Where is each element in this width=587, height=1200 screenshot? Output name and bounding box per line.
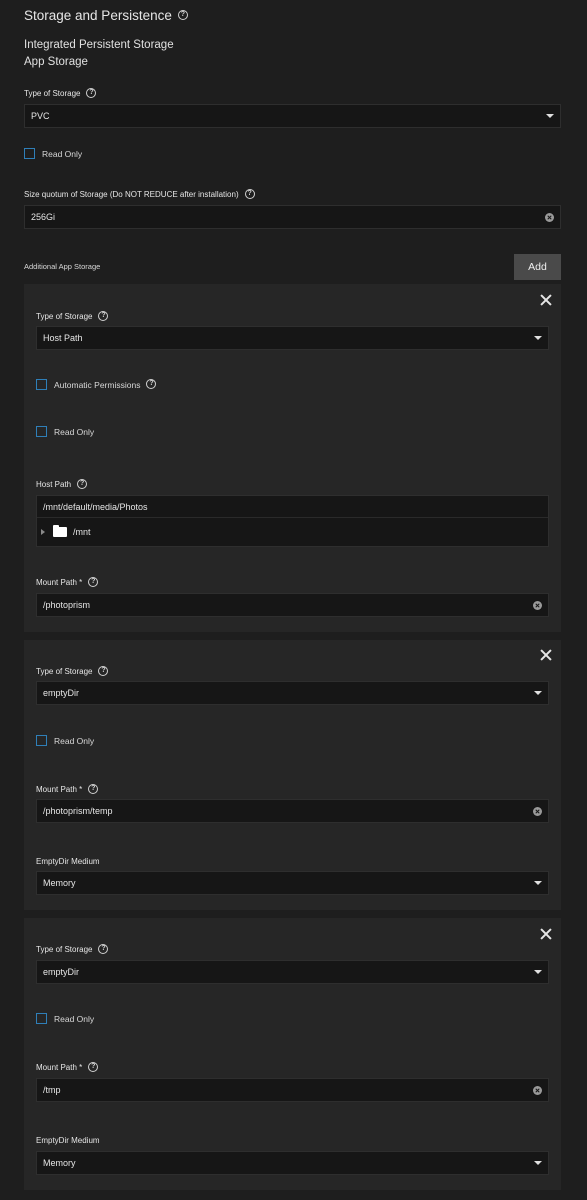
tree-node-label: /mnt xyxy=(73,527,91,537)
host-path-label: Host Path? xyxy=(36,479,88,490)
mount-path-input[interactable]: /tmp xyxy=(36,1078,549,1102)
read-only-label: Read Only xyxy=(54,426,95,437)
size-quotum-input[interactable]: 256Gi xyxy=(24,205,561,229)
help-circle-icon[interactable]: ? xyxy=(98,311,109,321)
help-circle-icon[interactable]: ? xyxy=(88,577,99,587)
help-circle-icon[interactable]: ? xyxy=(244,189,255,199)
mount-path-input[interactable]: /photoprism/temp xyxy=(36,799,549,823)
size-quotum-label: Size quotum of Storage (Do NOT REDUCE af… xyxy=(24,189,255,200)
app-storage-title: App Storage xyxy=(24,56,88,68)
clear-icon[interactable] xyxy=(533,806,542,816)
help-circle-icon[interactable]: ? xyxy=(88,1062,99,1072)
emptydir-medium-label: EmptyDir Medium xyxy=(36,1136,100,1145)
add-button[interactable]: Add xyxy=(514,254,561,280)
mount-path-value: /photoprism xyxy=(43,600,91,610)
read-only-checkbox-row[interactable]: Read Only xyxy=(24,148,82,159)
mount-path-value: /tmp xyxy=(43,1085,61,1095)
automatic-permissions-label: Automatic Permissions xyxy=(54,379,141,390)
caret-down-icon xyxy=(534,881,542,885)
help-circle-icon[interactable]: ? xyxy=(177,10,188,21)
read-only-checkbox[interactable] xyxy=(36,426,47,437)
type-of-storage-label: Type of Storage? xyxy=(24,88,97,99)
size-quotum-value: 256Gi xyxy=(31,212,56,222)
automatic-permissions-checkbox[interactable] xyxy=(36,379,47,390)
caret-down-icon xyxy=(534,1161,542,1165)
type-of-storage-label-text: Type of Storage xyxy=(36,312,93,322)
caret-down-icon xyxy=(534,336,542,340)
read-only-checkbox[interactable] xyxy=(36,1013,47,1024)
mount-path-label: Mount Path *? xyxy=(36,784,99,795)
type-of-storage-value: emptyDir xyxy=(43,688,80,698)
mount-path-input[interactable]: /photoprism xyxy=(36,593,549,617)
tree-node-mnt[interactable]: /mnt xyxy=(37,518,548,546)
read-only-checkbox-row[interactable]: Read Only xyxy=(36,426,94,437)
caret-down-icon xyxy=(534,691,542,695)
type-of-storage-label-text: Type of Storage xyxy=(36,667,93,677)
type-of-storage-label: Type of Storage? xyxy=(36,311,109,322)
type-of-storage-label: Type of Storage? xyxy=(36,666,109,677)
help-circle-icon[interactable]: ? xyxy=(146,378,157,389)
storage-card-2: Type of Storage? emptyDir Read Only Moun… xyxy=(24,640,561,910)
host-path-label-text: Host Path xyxy=(36,480,72,490)
read-only-checkbox[interactable] xyxy=(24,148,35,159)
emptydir-medium-value: Memory xyxy=(43,1158,76,1168)
caret-down-icon xyxy=(546,114,554,118)
emptydir-medium-select[interactable]: Memory xyxy=(36,871,549,895)
read-only-checkbox-row[interactable]: Read Only xyxy=(36,1013,94,1024)
automatic-permissions-row[interactable]: Automatic Permissions? xyxy=(36,378,157,390)
folder-icon xyxy=(53,525,67,537)
section-title: Storage and Persistence? xyxy=(24,8,188,23)
type-of-storage-select[interactable]: emptyDir xyxy=(36,681,549,705)
type-of-storage-select[interactable]: Host Path xyxy=(36,326,549,350)
mount-path-label: Mount Path *? xyxy=(36,577,99,588)
type-of-storage-value: emptyDir xyxy=(43,967,80,977)
help-circle-icon[interactable]: ? xyxy=(98,666,109,676)
help-circle-icon[interactable]: ? xyxy=(98,944,109,954)
additional-app-storage-label: Additional App Storage xyxy=(24,262,101,271)
close-icon[interactable] xyxy=(540,294,552,306)
mount-path-label-text: Mount Path * xyxy=(36,578,83,588)
mount-path-value: /photoprism/temp xyxy=(43,806,113,816)
type-of-storage-label-text: Type of Storage xyxy=(36,945,93,955)
emptydir-medium-value: Memory xyxy=(43,878,76,888)
read-only-label: Read Only xyxy=(54,735,95,746)
section-title-text: Storage and Persistence xyxy=(24,8,172,23)
type-of-storage-select[interactable]: PVC xyxy=(24,104,561,128)
help-circle-icon[interactable]: ? xyxy=(86,88,97,98)
type-of-storage-select[interactable]: emptyDir xyxy=(36,960,549,984)
mount-path-label-text: Mount Path * xyxy=(36,1063,83,1073)
type-of-storage-label: Type of Storage? xyxy=(36,944,109,955)
type-of-storage-value: PVC xyxy=(31,111,50,121)
host-path-input[interactable]: /mnt/default/media/Photos xyxy=(37,496,548,518)
emptydir-medium-select[interactable]: Memory xyxy=(36,1151,549,1175)
close-icon[interactable] xyxy=(540,649,552,661)
triangle-right-icon[interactable] xyxy=(41,529,45,535)
host-path-explorer: /mnt/default/media/Photos /mnt xyxy=(36,495,549,547)
help-circle-icon[interactable]: ? xyxy=(77,479,88,489)
read-only-label: Read Only xyxy=(54,1013,95,1024)
clear-icon[interactable] xyxy=(545,212,554,222)
read-only-checkbox[interactable] xyxy=(36,735,47,746)
read-only-label: Read Only xyxy=(42,148,83,159)
read-only-checkbox-row[interactable]: Read Only xyxy=(36,735,94,746)
caret-down-icon xyxy=(534,970,542,974)
storage-card-1: Type of Storage? Host Path Automatic Per… xyxy=(24,284,561,632)
close-icon[interactable] xyxy=(540,928,552,940)
clear-icon[interactable] xyxy=(533,1085,542,1095)
type-of-storage-value: Host Path xyxy=(43,333,83,343)
mount-path-label: Mount Path *? xyxy=(36,1062,99,1073)
integrated-storage-title: Integrated Persistent Storage xyxy=(24,39,174,51)
host-path-value: /mnt/default/media/Photos xyxy=(43,501,148,512)
storage-card-3: Type of Storage? emptyDir Read Only Moun… xyxy=(24,918,561,1190)
clear-icon[interactable] xyxy=(533,600,542,610)
help-circle-icon[interactable]: ? xyxy=(88,784,99,794)
mount-path-label-text: Mount Path * xyxy=(36,785,83,795)
emptydir-medium-label: EmptyDir Medium xyxy=(36,857,100,866)
type-of-storage-label-text: Type of Storage xyxy=(24,89,81,99)
size-quotum-label-text: Size quotum of Storage (Do NOT REDUCE af… xyxy=(24,190,239,200)
